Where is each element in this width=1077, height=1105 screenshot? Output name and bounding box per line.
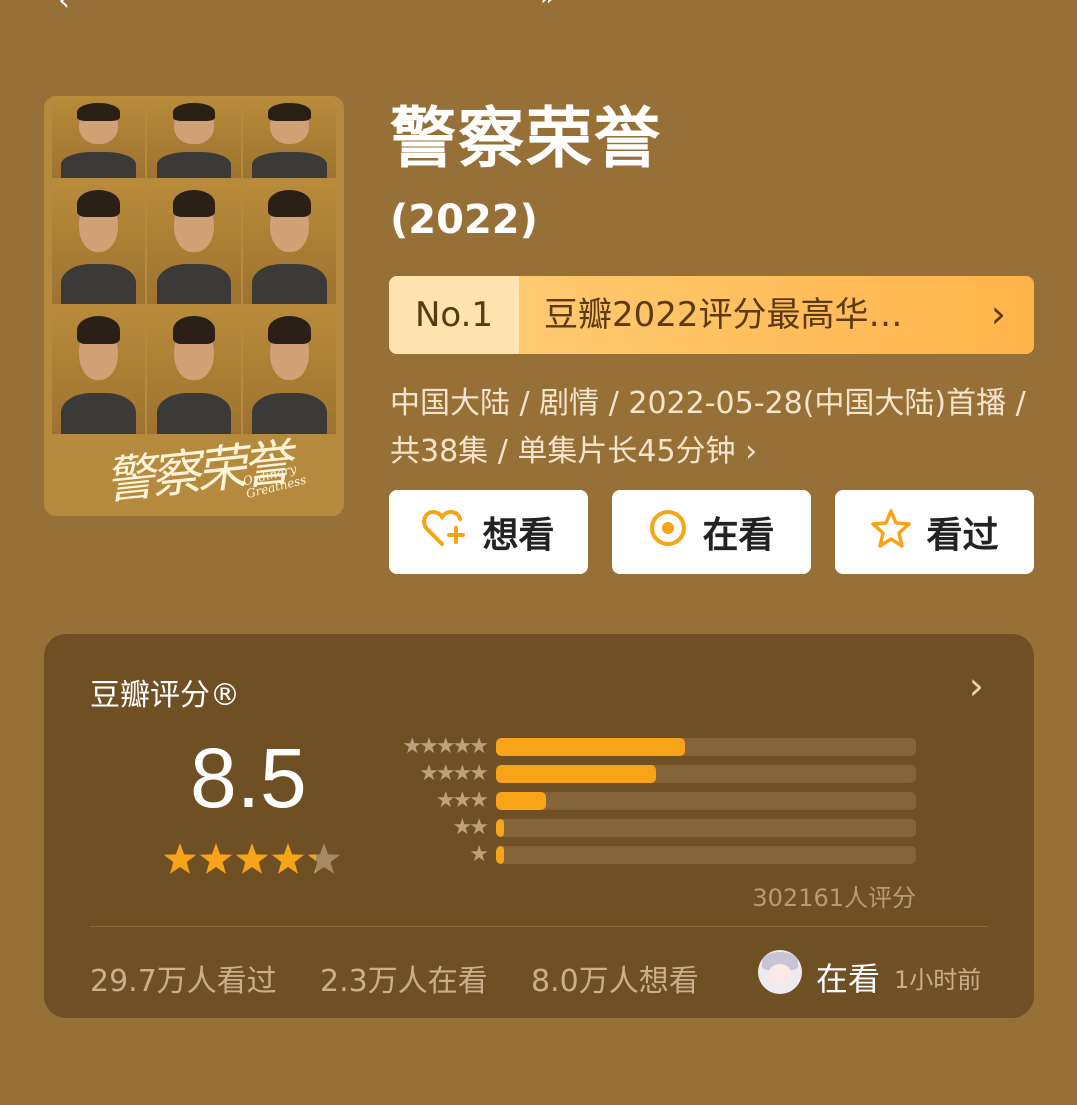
watched-label: 看过: [926, 515, 999, 556]
watched-button[interactable]: 看过: [835, 490, 1034, 574]
poster-title-art: 警察荣誉: [101, 433, 291, 511]
distribution-bar-3: [496, 792, 547, 810]
poster-image[interactable]: 警察荣誉 Ordinary Greatness: [44, 96, 344, 516]
distribution-bar-1: [496, 846, 504, 864]
watching-button[interactable]: 在看: [612, 490, 811, 574]
top-mark-icon: »: [540, 0, 556, 10]
rating-score: 8.5: [190, 731, 307, 825]
target-circle-icon: [648, 508, 688, 557]
cast-portrait: [242, 96, 336, 178]
watching-label: 在看: [702, 515, 775, 556]
heart-plus-icon: [422, 508, 468, 557]
want-count[interactable]: 8.0万人想看: [531, 956, 699, 1000]
rating-stars: [162, 840, 342, 889]
rating-panel[interactable]: 豆瓣评分® › 8.5 ★★★★★ ★★★★ ★★★ ★★ ★ 302161人评…: [44, 634, 1034, 1018]
cast-portrait: [52, 306, 146, 434]
watched-count[interactable]: 29.7万人看过: [90, 956, 277, 1000]
cast-portrait: [242, 180, 336, 304]
rating-title: 豆瓣评分®: [90, 678, 240, 713]
distribution-bar-4: [496, 765, 656, 783]
distribution-row-4: ★★★★: [374, 761, 924, 790]
want-to-watch-label: 想看: [482, 515, 555, 556]
distribution-row-2: ★★: [374, 815, 924, 844]
rating-star-icon: [235, 843, 269, 874]
rating-star-icon: [271, 843, 305, 874]
distribution-bar-5: [496, 738, 685, 756]
rating-distribution: ★★★★★ ★★★★ ★★★ ★★ ★: [374, 734, 924, 871]
rating-star-icon: [307, 843, 341, 874]
cast-portrait: [147, 180, 241, 304]
distribution-row-3: ★★★: [374, 788, 924, 817]
poster-cast-grid: [52, 96, 336, 434]
distribution-row-5: ★★★★★: [374, 734, 924, 763]
show-year: (2022): [390, 197, 538, 243]
show-title: 警察荣誉: [390, 100, 662, 177]
rank-text: 豆瓣2022评分最高华…: [544, 295, 903, 335]
cast-portrait: [52, 180, 146, 304]
friend-activity-time: 1小时前: [894, 966, 982, 994]
chevron-right-icon[interactable]: ›: [969, 664, 984, 708]
cast-portrait: [147, 96, 241, 178]
distribution-row-1: ★: [374, 842, 924, 871]
star-outline-icon: [870, 508, 912, 557]
divider: [90, 926, 988, 927]
friend-activity-status: 在看: [816, 960, 881, 998]
cast-portrait: [147, 306, 241, 434]
cast-portrait: [52, 96, 146, 178]
show-meta-info[interactable]: 中国大陆 / 剧情 / 2022-05-28(中国大陆)首播 / 共38集 / …: [390, 380, 1030, 476]
rating-star-icon: [163, 843, 197, 874]
rating-vote-count: 302161人评分: [752, 884, 916, 912]
want-to-watch-button[interactable]: 想看: [389, 490, 588, 574]
watching-count[interactable]: 2.3万人在看: [320, 956, 488, 1000]
back-icon[interactable]: ‹: [58, 0, 70, 16]
avatar[interactable]: [758, 950, 802, 994]
distribution-bar-2: [496, 819, 505, 837]
chevron-right-icon: ›: [990, 292, 1006, 336]
top-bar: ‹ »: [0, 0, 1077, 20]
cast-portrait: [242, 306, 336, 434]
ranking-banner[interactable]: No.1 豆瓣2022评分最高华… ›: [389, 276, 1034, 354]
rank-badge: No.1: [389, 276, 519, 354]
rating-star-icon: [199, 843, 233, 874]
